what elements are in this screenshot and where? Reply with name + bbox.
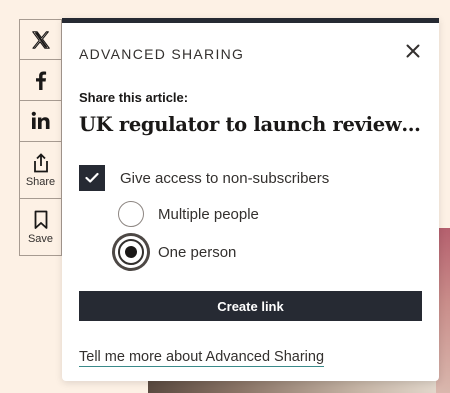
share-on-x-button[interactable] xyxy=(19,19,62,60)
checkbox-box[interactable] xyxy=(79,165,105,191)
linkedin-icon xyxy=(31,111,49,129)
close-icon xyxy=(406,44,420,58)
checkmark-icon xyxy=(85,172,99,183)
radio-button-selected[interactable] xyxy=(118,239,144,265)
radio-one-person[interactable]: One person xyxy=(118,238,236,266)
share-on-linkedin-button[interactable] xyxy=(19,101,62,142)
share-this-article-label: Share this article: xyxy=(79,90,189,105)
save-button[interactable]: Save xyxy=(19,199,62,256)
share-icon xyxy=(33,152,48,172)
save-button-label: Save xyxy=(27,232,54,245)
facebook-icon xyxy=(35,71,46,90)
radio-label: Multiple people xyxy=(158,205,259,223)
share-button-label: Share xyxy=(25,175,56,188)
share-button[interactable]: Share xyxy=(19,142,62,199)
radio-label: One person xyxy=(158,243,237,261)
advanced-sharing-info-link[interactable]: Tell me more about Advanced Sharing xyxy=(79,349,325,367)
non-subscriber-access-checkbox[interactable]: Give access to non-subscribers xyxy=(79,165,329,191)
close-button[interactable] xyxy=(401,39,425,63)
x-logo-icon xyxy=(31,30,50,49)
share-on-facebook-button[interactable] xyxy=(19,60,62,101)
radio-button[interactable] xyxy=(118,201,144,227)
create-link-button[interactable]: Create link xyxy=(79,291,422,321)
advanced-sharing-dialog: ADVANCED SHARING Share this article: UK … xyxy=(62,18,439,381)
bookmark-icon xyxy=(34,210,47,229)
article-title: UK regulator to launch review of cloud c… xyxy=(79,113,424,136)
radio-multiple-people[interactable]: Multiple people xyxy=(118,200,259,228)
radio-dot xyxy=(125,246,137,258)
share-rail: Share Save xyxy=(19,19,62,256)
dialog-title: ADVANCED SHARING xyxy=(79,46,245,62)
checkbox-label: Give access to non-subscribers xyxy=(120,169,330,187)
